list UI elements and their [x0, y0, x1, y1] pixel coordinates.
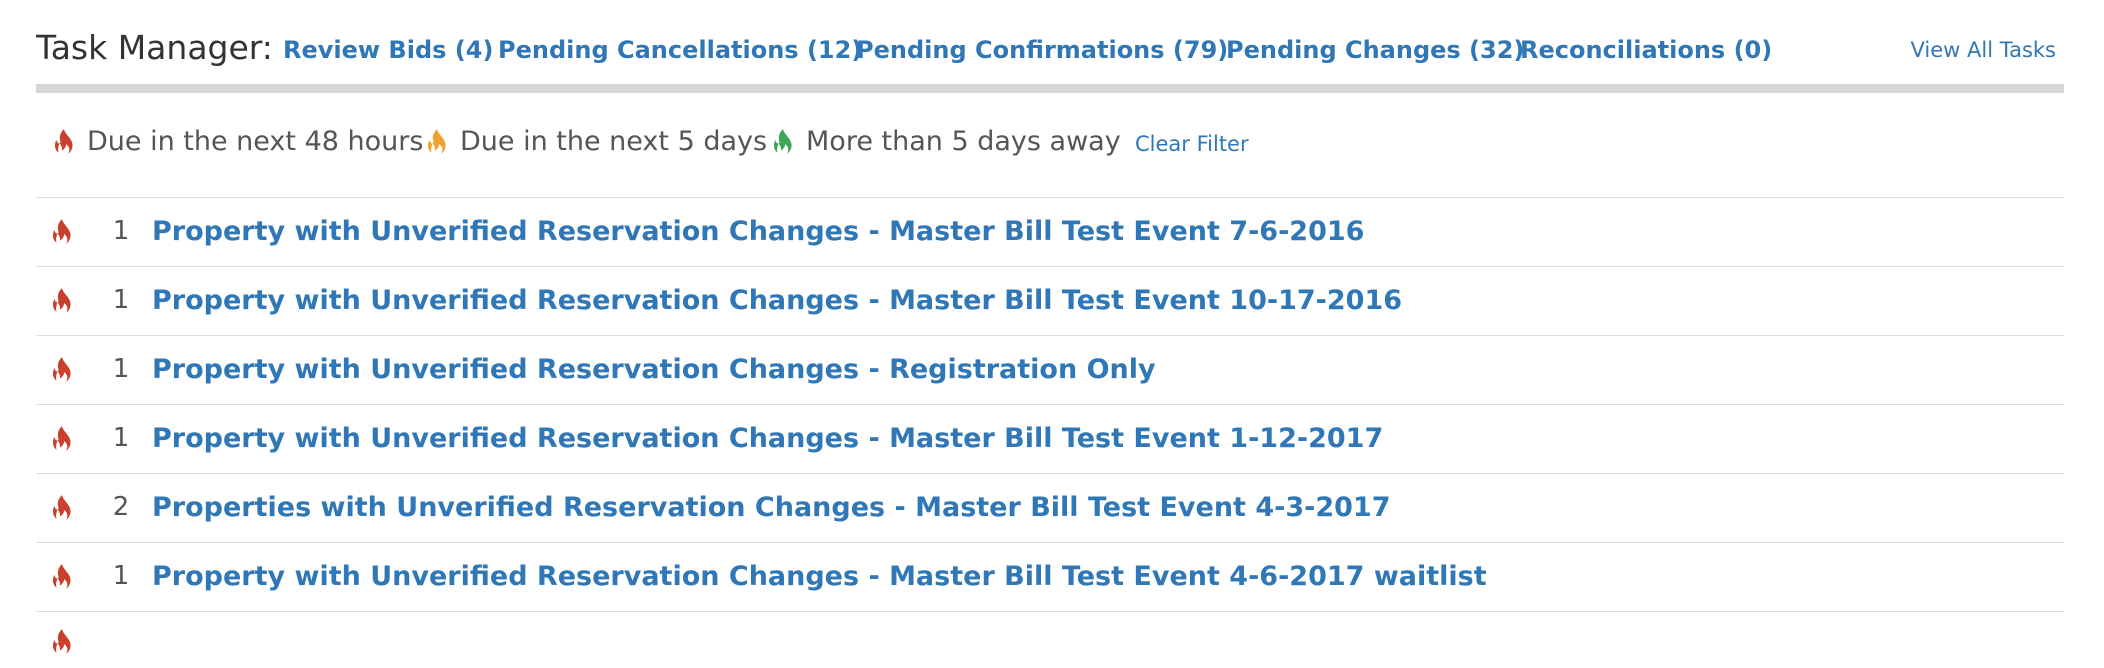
- tab-pending-confirmations[interactable]: Pending Confirmations (79): [856, 36, 1228, 64]
- flame-icon: [52, 357, 71, 382]
- task-link[interactable]: Property with Unverified Reservation Cha…: [152, 216, 1364, 247]
- task-link[interactable]: Property with Unverified Reservation Cha…: [152, 561, 1487, 592]
- flame-icon: [52, 426, 71, 451]
- task-manager-header: Task Manager: Review Bids (4) Pending Ca…: [36, 22, 2064, 82]
- urgency-legend: Due in the next 48 hours Due in the next…: [36, 120, 2064, 172]
- task-link[interactable]: Property with Unverified Reservation Cha…: [152, 285, 1402, 316]
- task-row: 1 Property with Unverified Reservation C…: [36, 542, 2064, 612]
- legend-label: Due in the next 5 days: [460, 126, 768, 157]
- flame-icon: [52, 629, 71, 654]
- flame-icon: [52, 219, 71, 244]
- clear-filter-link[interactable]: Clear Filter: [1135, 132, 1249, 156]
- task-row: 1 Property with Unverified Reservation C…: [36, 404, 2064, 473]
- legend-label: Due in the next 48 hours: [87, 126, 424, 157]
- legend-filter-more-than-5-days[interactable]: More than 5 days away: [771, 126, 1121, 157]
- tab-review-bids[interactable]: Review Bids (4): [283, 36, 493, 64]
- task-count: 1: [112, 285, 130, 315]
- task-count: 1: [112, 561, 130, 591]
- tab-pending-cancellations[interactable]: Pending Cancellations (12): [498, 36, 862, 64]
- task-manager-panel: Task Manager: Review Bids (4) Pending Ca…: [36, 0, 2064, 668]
- task-count: 1: [112, 216, 130, 246]
- task-row: 1 Property with Unverified Reservation C…: [36, 266, 2064, 335]
- flame-icon: [54, 128, 73, 154]
- task-link[interactable]: Properties with Unverified Reservation C…: [152, 492, 1390, 523]
- task-count: 2: [112, 492, 130, 522]
- task-manager-title: Task Manager:: [36, 28, 273, 67]
- task-list: 1 Property with Unverified Reservation C…: [36, 197, 2064, 612]
- task-row: 1 Property with Unverified Reservation C…: [36, 197, 2064, 266]
- view-all-tasks-link[interactable]: View All Tasks: [1911, 38, 2056, 62]
- task-count: 1: [112, 354, 130, 384]
- flame-icon: [52, 564, 71, 589]
- legend-filter-5-days[interactable]: Due in the next 5 days: [425, 126, 767, 157]
- task-link[interactable]: Property with Unverified Reservation Cha…: [152, 423, 1383, 454]
- legend-filter-48-hours[interactable]: Due in the next 48 hours: [52, 126, 423, 157]
- task-row: 1 Property with Unverified Reservation C…: [36, 335, 2064, 404]
- flame-icon: [52, 495, 71, 520]
- task-row: 2 Properties with Unverified Reservation…: [36, 473, 2064, 542]
- task-count: 1: [112, 423, 130, 453]
- legend-label: More than 5 days away: [806, 126, 1121, 157]
- flame-icon: [52, 288, 71, 313]
- flame-icon: [427, 128, 446, 154]
- task-link[interactable]: Property with Unverified Reservation Cha…: [152, 354, 1156, 385]
- flame-icon: [773, 128, 792, 154]
- header-divider: [36, 84, 2064, 93]
- tab-pending-changes[interactable]: Pending Changes (32): [1226, 36, 1524, 64]
- tab-reconciliations[interactable]: Reconciliations (0): [1520, 36, 1772, 64]
